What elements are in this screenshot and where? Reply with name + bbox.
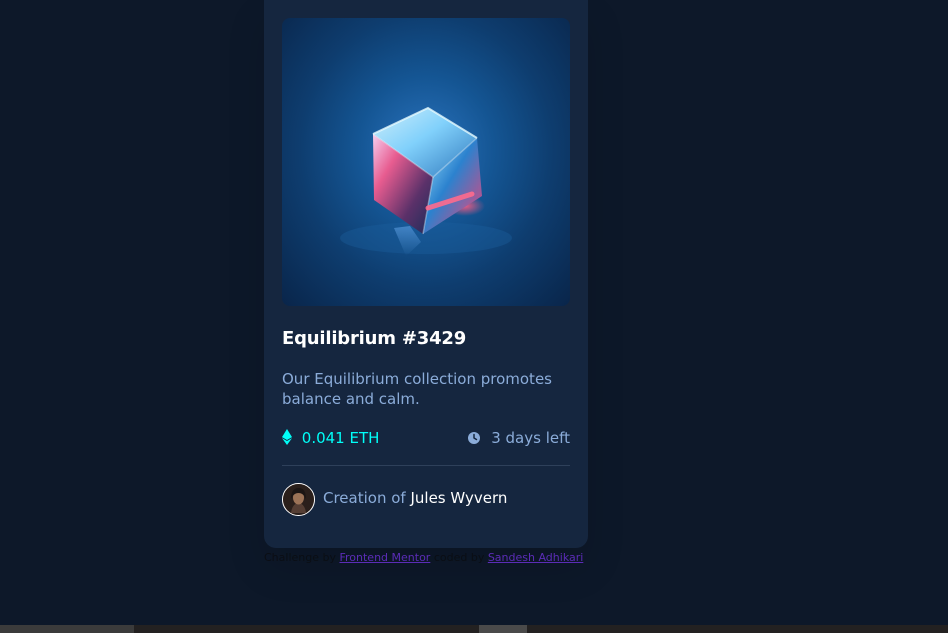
coded-by-prefix: coded by bbox=[433, 551, 485, 564]
creator-section: Creation of Jules Wyvern bbox=[282, 483, 570, 517]
nft-card: Equilibrium #3429 Our Equilibrium collec… bbox=[264, 0, 588, 548]
frontend-mentor-link[interactable]: Frontend Mentor bbox=[339, 551, 430, 564]
card-divider bbox=[282, 465, 570, 466]
time-left-value: 3 days left bbox=[491, 429, 570, 447]
time-left: 3 days left bbox=[467, 427, 570, 451]
scrollbar-track-segment[interactable] bbox=[0, 625, 134, 633]
price-value: 0.041 ETH bbox=[301, 429, 380, 447]
scrollbar-thumb[interactable] bbox=[479, 625, 527, 633]
price: 0.041 ETH bbox=[282, 427, 379, 451]
avatar bbox=[282, 483, 315, 516]
author-link[interactable]: Sandesh Adhikari bbox=[488, 551, 583, 564]
horizontal-scrollbar[interactable] bbox=[0, 625, 948, 633]
ethereum-icon bbox=[282, 429, 292, 451]
nft-meta-row: 0.041 ETH 3 days left bbox=[282, 427, 570, 449]
nft-description: Our Equilibrium collection promotes bala… bbox=[282, 370, 552, 408]
attribution: Challenge by Frontend Mentor coded by Sa… bbox=[264, 551, 583, 564]
nft-title[interactable]: Equilibrium #3429 bbox=[282, 328, 466, 349]
clock-icon bbox=[467, 429, 481, 451]
creator-name[interactable]: Jules Wyvern bbox=[410, 489, 507, 507]
nft-image[interactable] bbox=[282, 18, 570, 306]
creator-prefix: Creation of bbox=[323, 489, 406, 507]
challenge-prefix: Challenge by bbox=[264, 551, 336, 564]
creator-credit: Creation of Jules Wyvern bbox=[323, 489, 507, 507]
